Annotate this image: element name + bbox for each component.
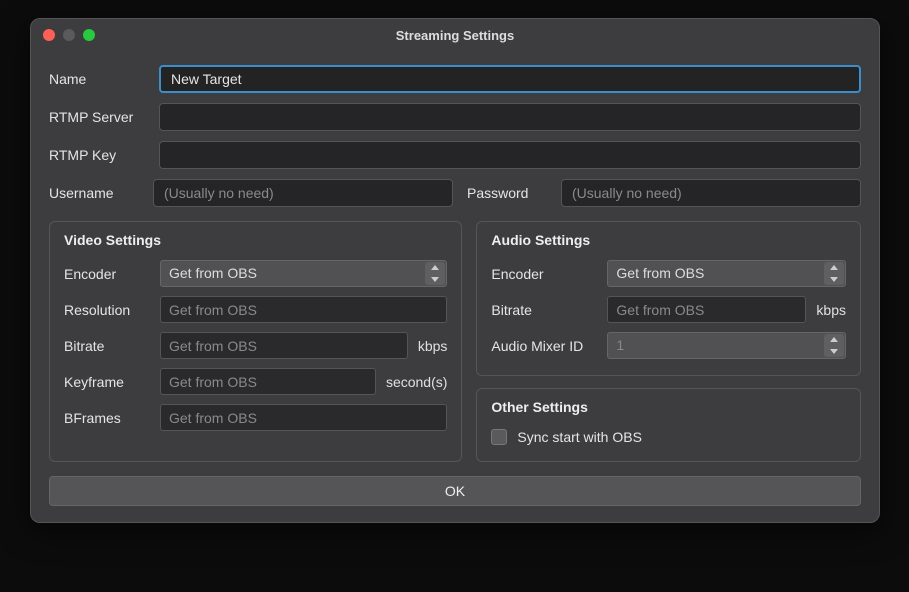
- audio-mixer-label: Audio Mixer ID: [491, 338, 599, 354]
- video-settings-title: Video Settings: [64, 232, 447, 248]
- titlebar: Streaming Settings: [31, 19, 879, 51]
- sync-start-checkbox[interactable]: [491, 429, 507, 445]
- video-keyframe-input[interactable]: [160, 368, 376, 395]
- video-resolution-input[interactable]: [160, 296, 447, 323]
- rtmp-server-input[interactable]: [159, 103, 861, 131]
- row-credentials: Username Password: [49, 179, 861, 207]
- audio-mixer-select-wrap: 1: [607, 332, 846, 359]
- row-video-keyframe: Keyframe second(s): [64, 368, 447, 395]
- row-name: Name: [49, 65, 861, 93]
- audio-encoder-select[interactable]: Get from OBS: [607, 260, 846, 287]
- rtmp-server-label: RTMP Server: [49, 109, 159, 125]
- rtmp-key-input[interactable]: [159, 141, 861, 169]
- video-bframes-input[interactable]: [160, 404, 447, 431]
- audio-encoder-label: Encoder: [491, 266, 599, 282]
- row-video-encoder: Encoder Get from OBS: [64, 260, 447, 287]
- sync-start-label[interactable]: Sync start with OBS: [517, 429, 641, 445]
- audio-mixer-stepper[interactable]: [824, 334, 844, 357]
- other-settings-title: Other Settings: [491, 399, 846, 415]
- audio-encoder-select-wrap: Get from OBS: [607, 260, 846, 287]
- name-label: Name: [49, 71, 159, 87]
- video-encoder-stepper[interactable]: [425, 262, 445, 285]
- chevron-down-icon[interactable]: [824, 274, 844, 286]
- row-sync-start: Sync start with OBS: [491, 427, 846, 447]
- chevron-up-icon[interactable]: [425, 262, 445, 274]
- close-icon[interactable]: [43, 29, 55, 41]
- password-input[interactable]: [561, 179, 861, 207]
- video-bitrate-unit: kbps: [416, 338, 448, 354]
- video-encoder-label: Encoder: [64, 266, 152, 282]
- audio-bitrate-unit: kbps: [814, 302, 846, 318]
- username-label: Username: [49, 185, 139, 201]
- name-input[interactable]: [159, 65, 861, 93]
- chevron-down-icon[interactable]: [425, 274, 445, 286]
- row-audio-encoder: Encoder Get from OBS: [491, 260, 846, 287]
- rtmp-key-label: RTMP Key: [49, 147, 159, 163]
- right-panels: Audio Settings Encoder Get from OBS B: [476, 221, 861, 462]
- video-bframes-label: BFrames: [64, 410, 152, 426]
- chevron-up-icon[interactable]: [824, 262, 844, 274]
- dialog-footer: OK: [49, 476, 861, 506]
- maximize-icon[interactable]: [83, 29, 95, 41]
- chevron-up-icon[interactable]: [824, 334, 844, 346]
- audio-bitrate-label: Bitrate: [491, 302, 599, 318]
- ok-button[interactable]: OK: [49, 476, 861, 506]
- row-audio-mixer: Audio Mixer ID 1: [491, 332, 846, 359]
- password-label: Password: [467, 185, 547, 201]
- audio-settings-panel: Audio Settings Encoder Get from OBS B: [476, 221, 861, 376]
- other-settings-panel: Other Settings Sync start with OBS: [476, 388, 861, 462]
- streaming-settings-dialog: Streaming Settings Name RTMP Server RTMP…: [30, 18, 880, 523]
- chevron-down-icon[interactable]: [824, 346, 844, 358]
- traffic-lights: [43, 29, 95, 41]
- row-rtmp-key: RTMP Key: [49, 141, 861, 169]
- video-bitrate-label: Bitrate: [64, 338, 152, 354]
- panels: Video Settings Encoder Get from OBS Reso…: [49, 221, 861, 462]
- audio-bitrate-input[interactable]: [607, 296, 806, 323]
- video-bitrate-input[interactable]: [160, 332, 408, 359]
- dialog-body: Name RTMP Server RTMP Key Username Passw…: [31, 51, 879, 522]
- username-input[interactable]: [153, 179, 453, 207]
- row-rtmp-server: RTMP Server: [49, 103, 861, 131]
- video-encoder-select-wrap: Get from OBS: [160, 260, 447, 287]
- row-video-bframes: BFrames: [64, 404, 447, 431]
- row-video-bitrate: Bitrate kbps: [64, 332, 447, 359]
- video-keyframe-label: Keyframe: [64, 374, 152, 390]
- audio-settings-title: Audio Settings: [491, 232, 846, 248]
- video-resolution-label: Resolution: [64, 302, 152, 318]
- row-video-resolution: Resolution: [64, 296, 447, 323]
- video-keyframe-unit: second(s): [384, 374, 447, 390]
- row-audio-bitrate: Bitrate kbps: [491, 296, 846, 323]
- video-encoder-select[interactable]: Get from OBS: [160, 260, 447, 287]
- minimize-icon[interactable]: [63, 29, 75, 41]
- dialog-title: Streaming Settings: [31, 28, 879, 43]
- video-settings-panel: Video Settings Encoder Get from OBS Reso…: [49, 221, 462, 462]
- audio-mixer-select[interactable]: 1: [607, 332, 846, 359]
- audio-encoder-stepper[interactable]: [824, 262, 844, 285]
